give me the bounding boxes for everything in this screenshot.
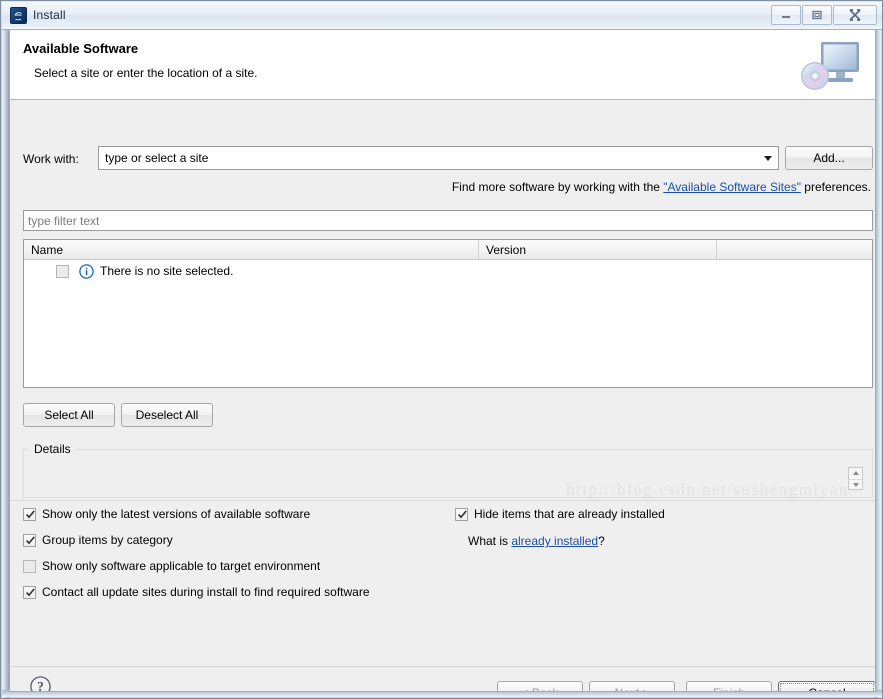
what-is-prefix: What is — [468, 534, 511, 548]
filter-input[interactable]: type filter text — [23, 210, 873, 231]
details-label: Details — [30, 442, 75, 456]
what-is-suffix: ? — [598, 534, 605, 548]
window-frame-left — [2, 30, 9, 699]
maximize-icon[interactable] — [802, 5, 832, 25]
chevron-down-icon[interactable] — [764, 156, 772, 161]
checkbox-unchecked-icon[interactable] — [23, 560, 36, 573]
row-checkbox[interactable] — [56, 265, 69, 278]
dialog-client-area: Available Software Select a site or ente… — [9, 30, 876, 692]
option-label: Show only software applicable to target … — [42, 559, 320, 573]
option-label: Group items by category — [42, 533, 173, 547]
options-divider — [10, 500, 875, 501]
filter-placeholder: type filter text — [28, 214, 99, 228]
available-software-table[interactable]: Name Version There is no site selected. — [23, 239, 873, 388]
eclipse-icon — [10, 7, 27, 24]
column-header-version[interactable]: Version — [479, 240, 717, 260]
wizard-banner: Available Software Select a site or ente… — [10, 30, 875, 100]
work-with-label: Work with: — [23, 152, 79, 166]
install-dialog-window: Install — [0, 0, 883, 699]
details-spinner[interactable] — [848, 467, 863, 490]
back-button[interactable]: < Back — [497, 681, 583, 692]
find-more-prefix: Find more software by working with the — [452, 180, 663, 194]
details-group — [23, 449, 873, 498]
table-header: Name Version — [24, 240, 872, 260]
finish-button[interactable]: Finish — [686, 681, 772, 692]
checkbox-checked-icon[interactable] — [23, 508, 36, 521]
page-title: Available Software — [23, 41, 138, 56]
checkbox-checked-icon[interactable] — [455, 508, 468, 521]
window-controls — [770, 5, 877, 25]
next-button[interactable]: Next > — [589, 681, 675, 692]
monitor-with-disc-icon — [795, 38, 863, 94]
checkbox-checked-icon[interactable] — [23, 534, 36, 547]
row-name-cell: There is no site selected. — [100, 264, 233, 278]
work-with-combo[interactable]: type or select a site — [98, 146, 779, 170]
already-installed-link[interactable]: already installed — [511, 534, 598, 548]
find-more-software-text: Find more software by working with the "… — [452, 180, 871, 194]
option-label: Hide items that are already installed — [474, 507, 665, 521]
what-is-already-installed: What is already installed? — [468, 534, 605, 548]
option-label: Contact all update sites during install … — [42, 585, 370, 599]
cancel-button[interactable]: Cancel — [778, 681, 876, 692]
add-site-button[interactable]: Add... — [785, 146, 873, 170]
close-icon[interactable] — [833, 5, 877, 25]
svg-text:?: ? — [37, 679, 44, 692]
info-icon — [79, 264, 94, 279]
column-header-blank[interactable] — [717, 240, 872, 260]
available-software-sites-link[interactable]: "Available Software Sites" — [663, 180, 801, 194]
column-header-name[interactable]: Name — [24, 240, 479, 260]
table-row[interactable]: There is no site selected. — [24, 261, 872, 283]
select-all-button[interactable]: Select All — [23, 403, 115, 427]
checkbox-checked-icon[interactable] — [23, 586, 36, 599]
help-icon[interactable]: ? — [27, 673, 54, 692]
deselect-all-button[interactable]: Deselect All — [121, 403, 213, 427]
minimize-icon[interactable] — [771, 5, 801, 25]
title-bar: Install — [2, 2, 883, 30]
spinner-down-icon[interactable] — [849, 480, 862, 491]
page-subtitle: Select a site or enter the location of a… — [34, 66, 257, 80]
option-label: Show only the latest versions of availab… — [42, 507, 310, 521]
find-more-suffix: preferences. — [801, 180, 871, 194]
spinner-up-icon[interactable] — [849, 468, 862, 480]
window-title: Install — [33, 8, 66, 22]
work-with-placeholder: type or select a site — [105, 151, 208, 165]
